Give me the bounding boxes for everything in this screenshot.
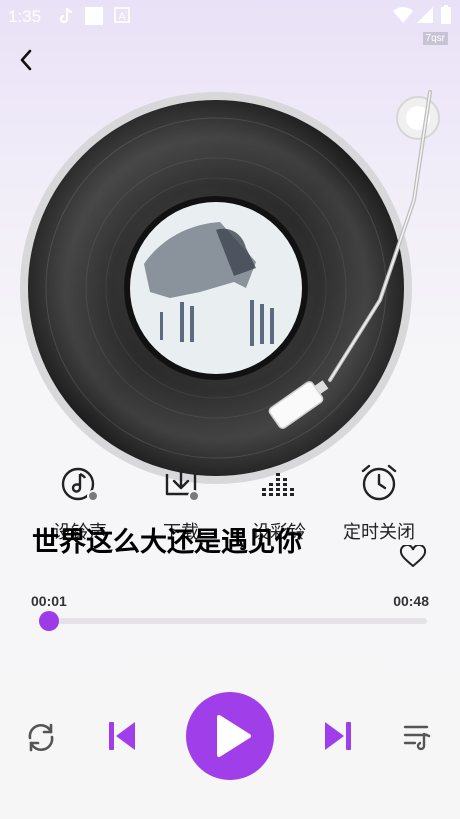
back-icon[interactable] — [14, 45, 42, 75]
alarm-clock-icon — [361, 464, 397, 501]
heart-icon[interactable] — [398, 545, 428, 567]
music-note-icon — [61, 467, 99, 502]
progress-bar[interactable] — [39, 611, 427, 631]
sleep-timer-label: 定时关闭 — [343, 522, 415, 543]
battery-icon — [441, 5, 451, 24]
play-button[interactable] — [186, 692, 274, 780]
next-icon[interactable] — [320, 718, 356, 754]
font-notification-icon: A — [114, 7, 130, 23]
sleep-timer-button[interactable]: 定时关闭 — [329, 460, 429, 544]
total-time: 00:48 — [393, 593, 429, 609]
vinyl-record — [20, 92, 412, 484]
watermark: 7qsr — [422, 32, 448, 45]
progress-thumb[interactable] — [39, 611, 60, 631]
svg-text:A: A — [119, 12, 126, 23]
app-notification-icon — [85, 7, 103, 25]
status-time: 1:35 — [8, 7, 42, 26]
repeat-icon[interactable] — [24, 720, 58, 754]
playlist-icon[interactable] — [402, 722, 434, 752]
previous-icon[interactable] — [104, 718, 140, 754]
play-icon — [217, 715, 251, 757]
tiktok-notification-icon — [60, 7, 73, 24]
signal-icon — [417, 7, 433, 23]
download-icon — [165, 468, 200, 502]
status-bar: 1:35 A — [0, 0, 460, 32]
equalizer-icon — [262, 473, 294, 496]
wifi-icon — [393, 7, 413, 23]
current-time: 00:01 — [31, 593, 67, 609]
song-title: 世界这么大还是遇见你 — [32, 527, 302, 558]
